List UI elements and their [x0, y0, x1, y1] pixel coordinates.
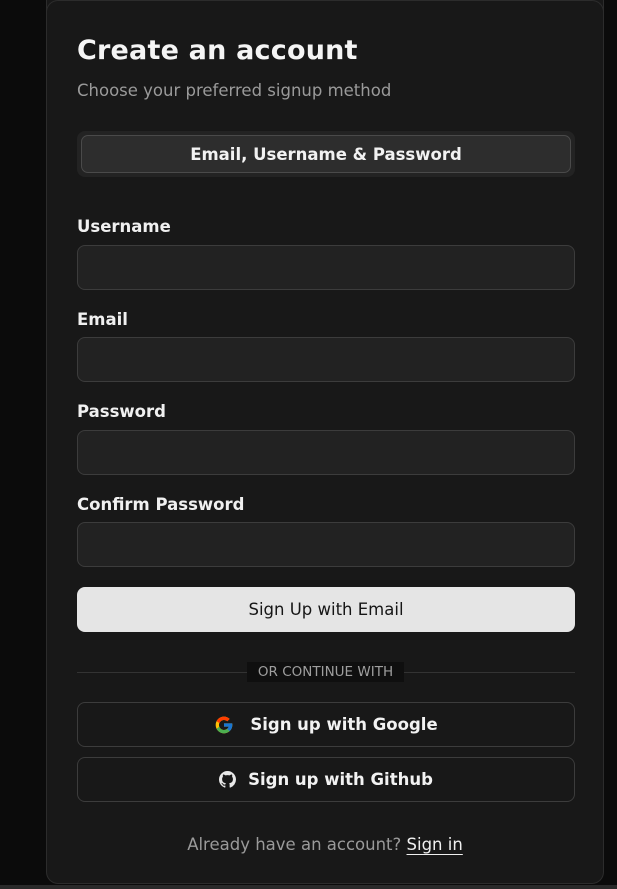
divider-text: OR CONTINUE WITH [247, 662, 404, 682]
page-subtitle: Choose your preferred signup method [77, 81, 392, 100]
confirm-password-label: Confirm Password [77, 495, 245, 514]
google-icon [214, 715, 234, 735]
sign-up-email-button[interactable]: Sign Up with Email [77, 587, 575, 632]
confirm-password-input[interactable] [77, 522, 575, 567]
page-title: Create an account [77, 35, 358, 66]
google-signup-button[interactable]: Sign up with Google [77, 702, 575, 747]
signin-prompt: Already have an account? Sign in [47, 834, 603, 856]
bottom-strip [0, 885, 617, 889]
github-signup-button[interactable]: Sign up with Github [77, 757, 575, 802]
email-label: Email [77, 310, 128, 329]
password-label: Password [77, 402, 166, 421]
username-label: Username [77, 217, 171, 236]
username-input[interactable] [77, 245, 575, 290]
signin-prompt-text: Already have an account? [187, 835, 402, 854]
tab-email-username-password[interactable]: Email, Username & Password [81, 135, 571, 173]
signup-card: Create an account Choose your preferred … [46, 0, 604, 884]
sign-in-link[interactable]: Sign in [407, 835, 463, 854]
email-input[interactable] [77, 337, 575, 382]
google-signup-label: Sign up with Google [250, 715, 438, 734]
github-icon [219, 771, 237, 788]
github-signup-label: Sign up with Github [248, 770, 433, 789]
signup-method-tabs: Email, Username & Password [77, 131, 575, 177]
password-input[interactable] [77, 430, 575, 475]
